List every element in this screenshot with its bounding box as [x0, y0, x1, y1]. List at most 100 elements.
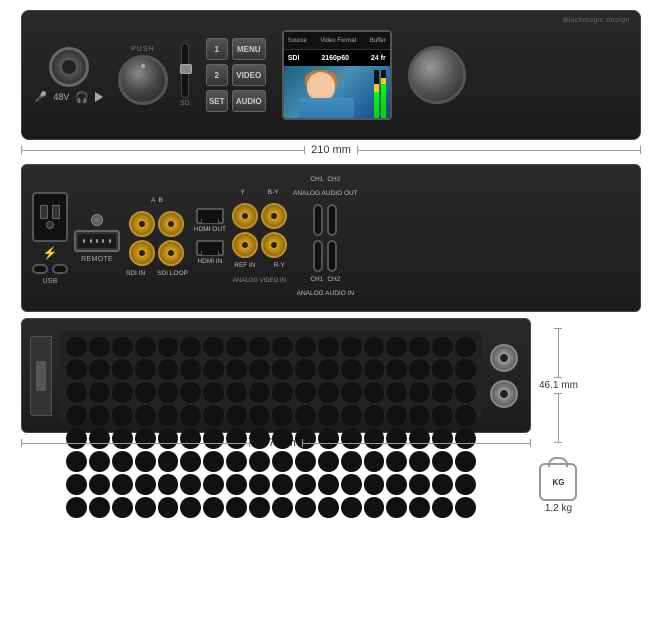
side-panel [21, 318, 531, 433]
hdmi-in-group: HDMI IN [196, 240, 224, 268]
display-source-label: Source [288, 38, 307, 44]
xlr-connector [49, 47, 89, 87]
button-1[interactable]: 1 [206, 38, 228, 60]
lightning-icon: ⚡ [43, 246, 58, 260]
measurements-col: 46.1 mm KG 1.2 kg [539, 318, 578, 514]
front-width-label: 210 mm [311, 144, 351, 156]
by-top [261, 203, 287, 229]
side-right-connectors [490, 344, 522, 408]
vu-meters [374, 70, 388, 120]
remote-col: REMOTE [74, 214, 120, 263]
audio-in-jacks [313, 240, 337, 272]
hdmi-col: HDMI OUT HDMI IN [194, 208, 226, 268]
push-knob[interactable] [118, 55, 168, 105]
audio-in-ch2 [327, 240, 337, 272]
hdmi-out-group: HDMI OUT [194, 208, 226, 236]
analog-audio-out-label: ANALOG AUDIO OUT [293, 190, 358, 200]
height-line-2 [558, 393, 559, 443]
usb-ports-row [32, 264, 68, 274]
ch1-out-header: CH1 [310, 176, 323, 186]
sdi-in-sublabel: SDI IN [126, 270, 145, 280]
buttons-row-1: 1 MENU [206, 38, 266, 60]
ref-in-bot [232, 232, 258, 258]
brand-logo: Blackmagic design [563, 17, 630, 24]
slider-thumb[interactable] [180, 64, 192, 74]
side-measurement-line-1 [21, 443, 250, 444]
headphone-icon: 🎧 [75, 91, 89, 104]
push-knob-area: PUSH [118, 46, 168, 105]
display-format-value: 2160p60 [321, 55, 349, 62]
xlr-inner [60, 58, 78, 76]
analog-video-col: Y B-Y REF IN R-Y ANALOG VIDEO IN [232, 189, 287, 288]
audio-icons-row: 🎤 48V 🎧 [35, 91, 103, 104]
display-top-bar: Source Video Format Buffer [284, 32, 390, 50]
usb-label: USB [42, 278, 57, 285]
mic-icon: 🎤 [35, 92, 47, 103]
measurement-line-front [21, 150, 305, 151]
ch2-in-header: CH2 [327, 276, 340, 286]
analog-video-connectors [232, 203, 287, 258]
vu-fill-left-green [374, 92, 379, 120]
hdmi-in-port [196, 240, 224, 256]
analog-audio-in-label: ANALOG AUDIO IN [297, 290, 354, 300]
ref-in-label: REF IN [234, 262, 255, 272]
front-right-knob[interactable] [408, 46, 466, 104]
display-video-area [284, 66, 390, 120]
display-source-value: SDI [288, 55, 300, 62]
height-measurement: 46.1 mm [539, 328, 578, 443]
vu-fill-right-yellow [381, 78, 386, 84]
side-bnc-bottom-inner [499, 389, 509, 399]
hdmi-out-port [196, 208, 224, 224]
button-menu[interactable]: MENU [232, 38, 266, 60]
side-view-col: 177 mm [21, 318, 531, 449]
sdi-out-b-top [158, 211, 184, 237]
sdi-a-label: A [151, 197, 155, 207]
button-set[interactable]: SET [206, 90, 228, 112]
analog-audio-col: CH1 CH2 ANALOG AUDIO OUT CH1 CH2 ANALOG … [293, 176, 358, 300]
button-2[interactable]: 2 [206, 64, 228, 86]
side-measurement-line-2 [302, 443, 531, 444]
side-view-container: 177 mm 46.1 mm KG 1.2 kg [21, 318, 641, 514]
vent-hole [66, 337, 87, 358]
vu-bar-left [374, 70, 379, 120]
sdi-b-label: B [158, 197, 162, 207]
front-width-measurement: 210 mm [21, 144, 641, 156]
display-values-bar: SDI 2160p60 24 fr [284, 50, 390, 66]
display-buffer-value: 24 fr [371, 55, 386, 62]
ry-bot [261, 232, 287, 258]
button-video[interactable]: VIDEO [232, 64, 266, 86]
ref-in-top [232, 203, 258, 229]
side-bnc-top-inner [499, 353, 509, 363]
ventilation-panel [60, 331, 482, 421]
hdmi-connectors: HDMI OUT HDMI IN [194, 208, 226, 268]
buttons-row-3: SET AUDIO [206, 90, 266, 112]
display-buffer-label: Buffer [370, 38, 386, 44]
sdi-loop-sublabel: SDI LOOP [157, 270, 188, 280]
weight-bag: KG [539, 463, 577, 501]
device-container: Blackmagic design 🎤 48V 🎧 PUSH SD [11, 10, 651, 514]
remote-indicator [91, 214, 103, 226]
ch1-in-header: CH1 [310, 276, 323, 286]
weight-kg-label: KG [552, 478, 564, 487]
sdi-out-col: A B SDI IN SDI LOOP [126, 197, 188, 280]
analog-audio-in-header: CH1 CH2 [310, 276, 340, 286]
by-label: B-Y [268, 189, 279, 199]
sd-label: SD [180, 100, 190, 107]
side-bnc-bottom [490, 380, 518, 408]
power-inlet-col: ⚡ USB [32, 192, 68, 285]
side-connector-plug [36, 361, 46, 391]
video-figure [299, 70, 354, 120]
volume-icon [95, 92, 103, 102]
thunderbolt-port-2 [52, 264, 68, 274]
buttons-row-2: 2 VIDEO [206, 64, 266, 86]
ch2-out-header: CH2 [327, 176, 340, 186]
hdmi-out-label: HDMI OUT [194, 226, 226, 236]
video-head [307, 72, 335, 100]
slider-track[interactable] [181, 43, 189, 98]
vu-fill-left-yellow [374, 84, 379, 92]
display-format-label: Video Format [320, 38, 356, 44]
button-audio[interactable]: AUDIO [232, 90, 266, 112]
sdi-out-a-bot [129, 240, 155, 266]
front-panel: Blackmagic design 🎤 48V 🎧 PUSH SD [21, 10, 641, 140]
buttons-grid: 1 MENU 2 VIDEO SET AUDIO [206, 38, 266, 112]
